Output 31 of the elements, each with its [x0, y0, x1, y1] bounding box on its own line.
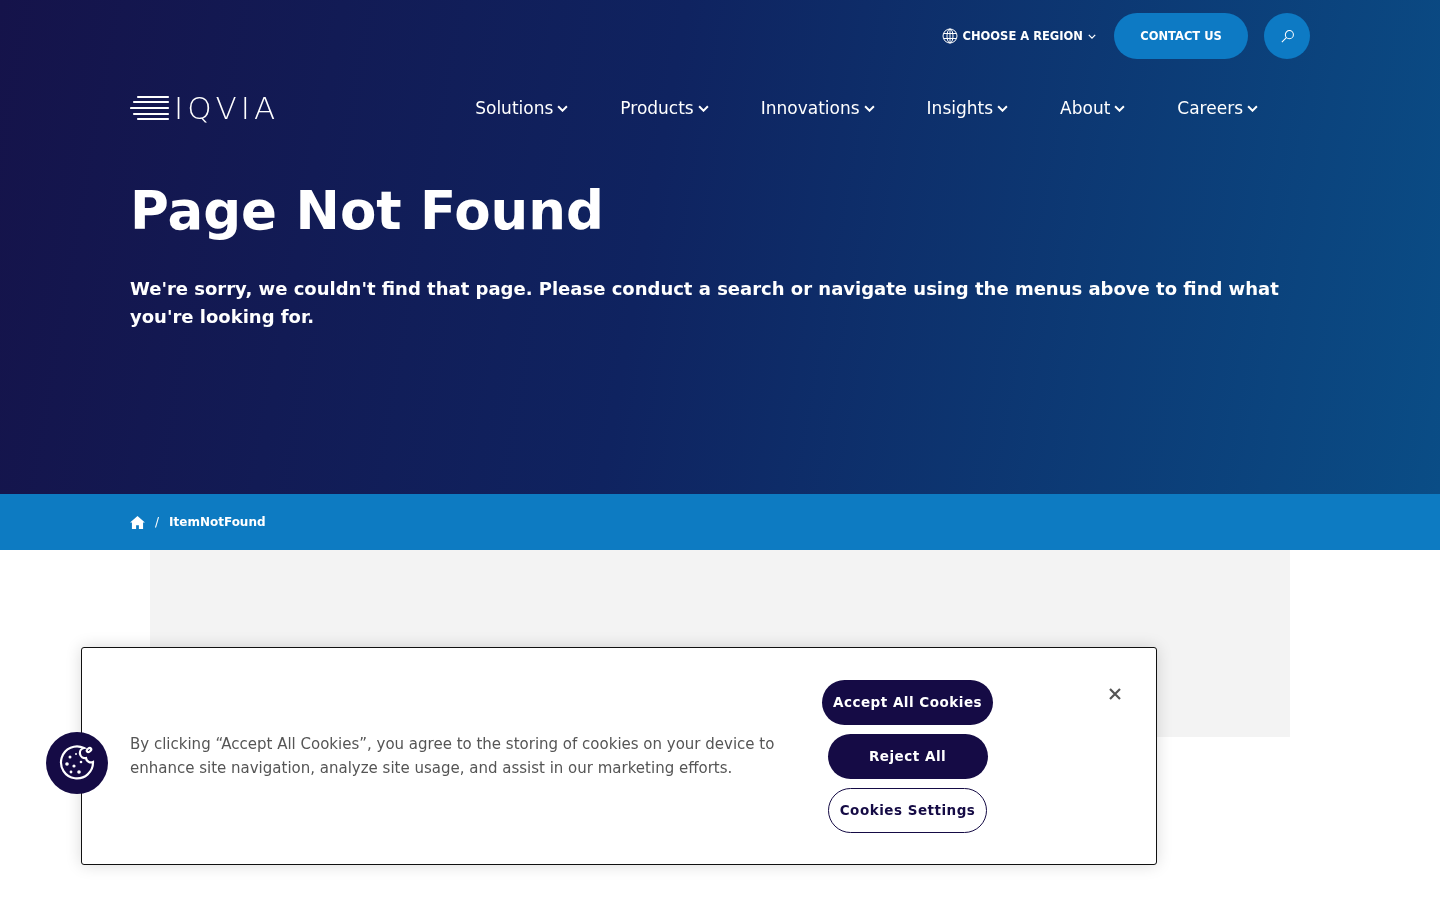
chevron-down-icon — [997, 104, 1009, 112]
chevron-down-icon — [1088, 33, 1096, 39]
search-button[interactable] — [1264, 13, 1310, 59]
logo[interactable]: IQVIA — [130, 90, 280, 126]
cookie-button[interactable]: Reject All — [827, 733, 988, 779]
logo-stripes-icon — [130, 95, 170, 121]
page-title: Page Not Found — [130, 179, 605, 243]
chevron-down-icon — [1247, 104, 1258, 112]
cookie-notice-text: By clicking “Accept All Cookies”, you agree to the storing of cookies on your device to enhance site navigation, analyze site usage, and assist in our marketing efforts. — [130, 734, 776, 779]
nav-menu-item[interactable]: Insights — [926, 98, 1009, 118]
nav-menu-item[interactable]: Products — [620, 98, 709, 118]
nav-menu-item[interactable]: Careers — [1177, 98, 1258, 118]
chevron-down-icon — [1114, 104, 1126, 112]
search-icon — [1279, 28, 1295, 44]
breadcrumb-separator: / — [155, 515, 160, 529]
nav-menu-item[interactable]: About — [1060, 98, 1126, 118]
nav-menu-item[interactable]: Solutions — [475, 98, 569, 118]
close-icon — [1109, 688, 1121, 700]
chevron-down-icon — [863, 104, 875, 112]
chevron-down-icon — [697, 104, 709, 112]
nav-menu-item[interactable]: Innovations — [760, 98, 875, 118]
globe-icon — [941, 28, 958, 44]
close-button[interactable] — [1109, 688, 1123, 702]
cookie-button[interactable]: Accept All Cookies — [822, 679, 994, 725]
breadcrumb-current: ItemNotFound — [169, 515, 266, 529]
error-message: We're sorry, we couldn't find that page. Please conduct a search or navigate using the menus above to find what you're looking for. — [130, 276, 1280, 329]
cookie-button[interactable]: Cookies Settings — [827, 787, 988, 833]
contact-button[interactable]: CONTACT US — [1114, 13, 1248, 59]
home-icon[interactable] — [130, 515, 145, 529]
region-selector[interactable]: CHOOSE A REGION — [941, 28, 1096, 44]
chevron-down-icon — [557, 104, 569, 112]
